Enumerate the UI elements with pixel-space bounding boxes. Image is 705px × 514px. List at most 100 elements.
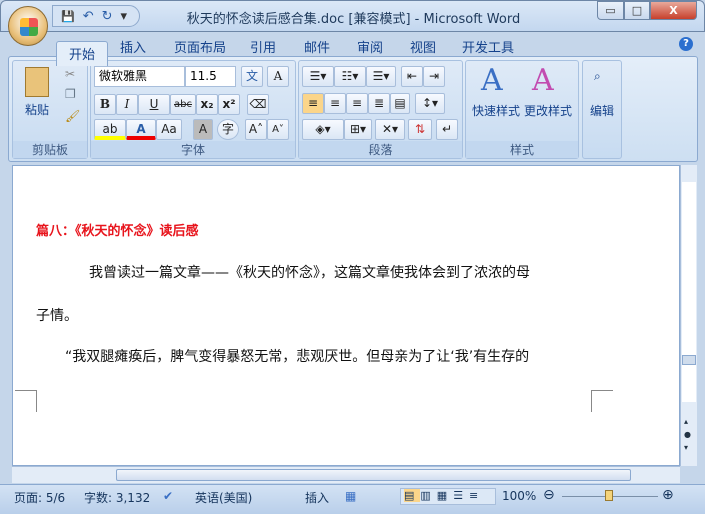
shading-button[interactable]: ◈▾ bbox=[302, 119, 344, 140]
maximize-button[interactable]: □ bbox=[624, 1, 650, 20]
macro-record-icon[interactable]: ▦ bbox=[345, 489, 356, 503]
numbering-button[interactable]: ☷▾ bbox=[334, 66, 366, 87]
tab-developer[interactable]: 开发工具 bbox=[462, 37, 514, 56]
zoom-out-icon[interactable]: ⊖ bbox=[543, 487, 555, 503]
quick-access-toolbar: 💾 ↶ ↻ ▾ bbox=[52, 5, 140, 27]
styles-label: 样式 bbox=[466, 141, 578, 158]
quick-styles-button[interactable]: 快速样式 bbox=[472, 102, 520, 119]
zoom-level[interactable]: 100% bbox=[502, 489, 536, 503]
tab-references[interactable]: 引用 bbox=[250, 37, 276, 56]
change-case-button[interactable]: Aa bbox=[156, 119, 182, 140]
clipboard-label: 剪贴板 bbox=[13, 141, 87, 158]
language-indicator[interactable]: 英语(美国) bbox=[195, 489, 252, 506]
underline-button[interactable]: U bbox=[138, 94, 170, 115]
browse-object-buttons[interactable]: ▴ ● ▾ bbox=[684, 415, 691, 454]
tab-page-layout[interactable]: 页面布局 bbox=[174, 37, 226, 56]
document-paragraph: 子情。 bbox=[36, 308, 78, 324]
subscript-button[interactable]: x₂ bbox=[196, 94, 218, 115]
margin-corner-mark bbox=[591, 390, 613, 412]
proofing-icon[interactable]: ✔ bbox=[163, 489, 173, 503]
font-label: 字体 bbox=[91, 141, 295, 158]
tab-mailings[interactable]: 邮件 bbox=[304, 37, 330, 56]
phonetic-guide-button[interactable]: 文 bbox=[241, 66, 263, 87]
insert-mode[interactable]: 插入 bbox=[305, 489, 329, 506]
tab-view[interactable]: 视图 bbox=[410, 37, 436, 56]
shrink-font-button[interactable]: A˅ bbox=[267, 119, 289, 140]
tab-home[interactable]: 开始 bbox=[56, 41, 109, 66]
zoom-slider-thumb[interactable] bbox=[605, 490, 613, 501]
paragraph-label: 段落 bbox=[299, 141, 462, 158]
copy-icon[interactable]: ❐ bbox=[65, 87, 76, 101]
close-button[interactable]: X bbox=[650, 1, 697, 20]
scroll-thumb[interactable] bbox=[116, 469, 631, 481]
styles-group: A A 快速样式 更改样式 样式 bbox=[465, 60, 579, 159]
increase-indent-button[interactable]: ⇥ bbox=[423, 66, 445, 87]
italic-button[interactable]: I bbox=[116, 94, 138, 115]
grow-font-button[interactable]: A˄ bbox=[245, 119, 267, 140]
print-layout-view-icon[interactable]: ▤ bbox=[404, 489, 421, 502]
document-paragraph: “我双腿瘫痪后，脾气变得暴怒无常，悲观厌世。但母亲为了让‘我’有生存的 bbox=[65, 349, 530, 365]
align-right-button[interactable]: ≡ bbox=[346, 93, 368, 114]
view-buttons[interactable]: ▤▥▦☰≡ bbox=[400, 488, 496, 505]
align-center-button[interactable]: ≡ bbox=[324, 93, 346, 114]
ribbon-tabs: 开始 插入 页面布局 引用 邮件 审阅 视图 开发工具 ? bbox=[0, 32, 705, 66]
scroll-thumb[interactable] bbox=[682, 355, 696, 365]
customize-qat-icon[interactable]: ▾ bbox=[121, 9, 128, 24]
font-group: 微软雅黑 11.5 文 A B I U abc x₂ x² ⌫ ab A Aa … bbox=[90, 60, 296, 159]
paste-button[interactable]: 粘贴 bbox=[25, 101, 49, 118]
margin-corner-mark bbox=[15, 390, 37, 412]
sort-button[interactable]: ⇅ bbox=[408, 119, 432, 140]
superscript-button[interactable]: x² bbox=[218, 94, 240, 115]
help-icon[interactable]: ? bbox=[679, 37, 693, 51]
asian-layout-button[interactable]: ✕▾ bbox=[375, 119, 405, 140]
font-size-select[interactable]: 11.5 bbox=[185, 66, 236, 87]
strikethrough-button[interactable]: abc bbox=[170, 94, 196, 115]
office-button[interactable] bbox=[8, 6, 48, 46]
find-icon: ⌕ bbox=[594, 69, 601, 83]
status-bar: 页面: 5/6 字数: 3,132 ✔ 英语(美国) 插入 ▦ ▤▥▦☰≡ 10… bbox=[0, 484, 705, 514]
font-name-select[interactable]: 微软雅黑 bbox=[94, 66, 185, 87]
cut-icon[interactable]: ✂ bbox=[65, 67, 75, 81]
distributed-button[interactable]: ▤ bbox=[390, 93, 410, 114]
document-page[interactable]: 篇八：《秋天的怀念》读后感 我曾读过一篇文章——《秋天的怀念》，这篇文章使我体会… bbox=[12, 165, 680, 466]
decrease-indent-button[interactable]: ⇤ bbox=[401, 66, 423, 87]
line-spacing-button[interactable]: ↕▾ bbox=[415, 93, 445, 114]
vertical-scrollbar[interactable]: ▴ ● ▾ bbox=[680, 165, 697, 466]
office-logo-icon bbox=[20, 18, 38, 36]
editing-group[interactable]: ⌕ 编辑 bbox=[582, 60, 622, 159]
highlight-button[interactable]: ab bbox=[94, 119, 126, 140]
bullets-button[interactable]: ☰▾ bbox=[302, 66, 334, 87]
scroll-track[interactable] bbox=[682, 182, 696, 402]
document-paragraph: 我曾读过一篇文章——《秋天的怀念》，这篇文章使我体会到了浓浓的母 bbox=[89, 265, 530, 281]
editing-button[interactable]: 编辑 bbox=[590, 102, 614, 119]
save-icon[interactable]: 💾 bbox=[61, 10, 75, 23]
quick-styles-icon: A bbox=[481, 63, 503, 98]
multilevel-list-button[interactable]: ☰▾ bbox=[366, 66, 396, 87]
undo-icon[interactable]: ↶ bbox=[83, 9, 94, 24]
character-border-button[interactable]: A bbox=[267, 66, 289, 87]
format-painter-icon[interactable]: 🖌 bbox=[65, 109, 80, 123]
tab-insert[interactable]: 插入 bbox=[120, 37, 146, 56]
horizontal-scrollbar[interactable] bbox=[12, 466, 680, 483]
paragraph-group: ☰▾ ☷▾ ☰▾ ⇤ ⇥ ≡ ≡ ≡ ≣ ▤ ↕▾ ◈▾ ⊞▾ ✕▾ ⇅ ↵ 段… bbox=[298, 60, 463, 159]
zoom-in-icon[interactable]: ⊕ bbox=[662, 487, 674, 503]
justify-button[interactable]: ≣ bbox=[368, 93, 390, 114]
tab-review[interactable]: 审阅 bbox=[357, 37, 383, 56]
page-count[interactable]: 页面: 5/6 bbox=[14, 489, 65, 506]
word-count[interactable]: 字数: 3,132 bbox=[84, 489, 150, 506]
document-heading: 篇八：《秋天的怀念》读后感 bbox=[36, 224, 199, 239]
paste-icon bbox=[25, 67, 49, 97]
font-color-button[interactable]: A bbox=[126, 119, 156, 140]
character-shading-button[interactable]: A bbox=[193, 119, 213, 140]
change-styles-button[interactable]: 更改样式 bbox=[524, 102, 572, 119]
align-left-button[interactable]: ≡ bbox=[302, 93, 324, 114]
clear-formatting-button[interactable]: ⌫ bbox=[247, 94, 269, 115]
change-styles-icon: A bbox=[532, 63, 554, 98]
minimize-button[interactable]: ▭ bbox=[597, 1, 624, 20]
bold-button[interactable]: B bbox=[94, 94, 116, 115]
ribbon: 粘贴 ✂ ❐ 🖌 剪贴板 微软雅黑 11.5 文 A B I U abc x₂ … bbox=[8, 56, 698, 162]
redo-icon[interactable]: ↻ bbox=[102, 9, 113, 24]
enclose-characters-button[interactable]: 字 bbox=[217, 119, 239, 140]
borders-button[interactable]: ⊞▾ bbox=[344, 119, 372, 140]
show-marks-button[interactable]: ↵ bbox=[436, 119, 458, 140]
